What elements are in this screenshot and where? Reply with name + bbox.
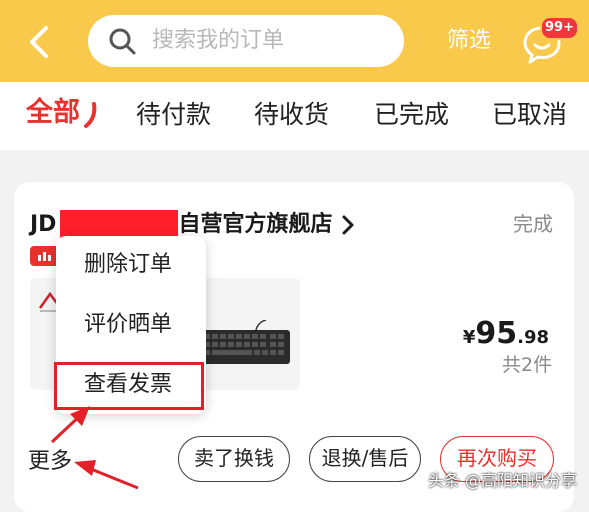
item-quantity: 共2件: [502, 354, 553, 376]
active-tab-indicator: [84, 102, 97, 128]
store-prefix: JD: [30, 212, 57, 237]
return-service-button[interactable]: 退换/售后: [309, 436, 421, 482]
watermark: 头条 @高阳知识分享: [427, 471, 577, 490]
price-integer: 95: [475, 316, 518, 351]
chevron-right-icon[interactable]: [340, 212, 356, 238]
filter-button[interactable]: 筛选: [447, 27, 491, 55]
tab-pending-receipt[interactable]: 待收货: [254, 98, 329, 132]
sell-button[interactable]: 卖了换钱: [178, 436, 290, 482]
more-button[interactable]: 更多: [28, 447, 72, 477]
keyboard-product-image: [200, 320, 290, 364]
message-badge: 99+: [540, 16, 579, 40]
menu-item-delete-order[interactable]: 删除订单: [84, 250, 172, 280]
top-bar: 搜索我的订单 筛选 99+: [0, 0, 589, 82]
tab-cancelled[interactable]: 已取消: [492, 98, 567, 132]
menu-item-review-order[interactable]: 评价晒单: [84, 310, 172, 340]
order-price: ¥95.98: [463, 316, 549, 351]
store-suffix: 自营官方旗舰店: [178, 212, 333, 237]
order-status: 完成: [513, 212, 553, 236]
search-icon: [109, 28, 136, 55]
price-decimal: .98: [517, 327, 549, 348]
tab-pending-payment[interactable]: 待付款: [136, 98, 211, 132]
back-arrow-icon[interactable]: [22, 22, 58, 62]
annotation-highlight-box: [54, 362, 204, 410]
price-symbol: ¥: [462, 327, 476, 348]
tab-completed[interactable]: 已完成: [374, 98, 449, 132]
search-placeholder: 搜索我的订单: [152, 28, 285, 53]
tab-all[interactable]: 全部: [26, 96, 80, 130]
search-input[interactable]: 搜索我的订单: [88, 15, 404, 67]
